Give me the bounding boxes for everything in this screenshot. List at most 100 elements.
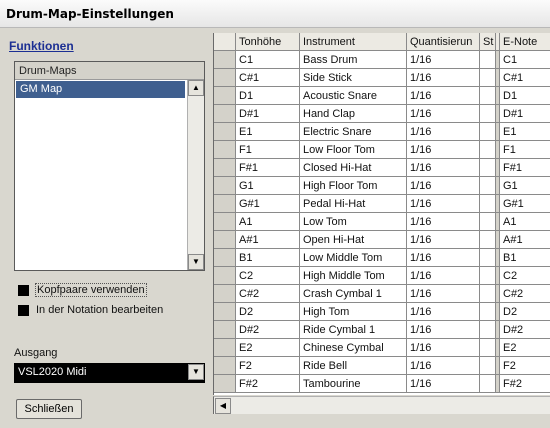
- column-header-quantize[interactable]: Quantisierun: [407, 33, 480, 51]
- cell-pitch[interactable]: C2: [236, 267, 300, 285]
- cell-quantize[interactable]: 1/16: [407, 177, 480, 195]
- cell-pitch[interactable]: E2: [236, 339, 300, 357]
- scroll-down-icon[interactable]: ▼: [188, 254, 204, 270]
- cell-enote[interactable]: C1: [500, 51, 550, 69]
- cell-enote[interactable]: F2: [500, 357, 550, 375]
- cell-quantize[interactable]: 1/16: [407, 69, 480, 87]
- table-row[interactable]: E2 Chinese Cymbal 1/16 E2: [214, 339, 550, 357]
- cell-quantize[interactable]: 1/16: [407, 375, 480, 393]
- cell-enote[interactable]: A1: [500, 213, 550, 231]
- table-row[interactable]: D2 High Tom 1/16 D2: [214, 303, 550, 321]
- cell-st[interactable]: [480, 267, 496, 285]
- cell-st[interactable]: [480, 285, 496, 303]
- cell-pitch[interactable]: D1: [236, 87, 300, 105]
- cell-enote[interactable]: A#1: [500, 231, 550, 249]
- cell-quantize[interactable]: 1/16: [407, 267, 480, 285]
- cell-st[interactable]: [480, 375, 496, 393]
- cell-enote[interactable]: E1: [500, 123, 550, 141]
- table-row[interactable]: C#2 Crash Cymbal 1 1/16 C#2: [214, 285, 550, 303]
- cell-pitch[interactable]: F#2: [236, 375, 300, 393]
- cell-pitch[interactable]: D#2: [236, 321, 300, 339]
- cell-enote[interactable]: C#1: [500, 69, 550, 87]
- cell-pitch[interactable]: E1: [236, 123, 300, 141]
- cell-enote[interactable]: C2: [500, 267, 550, 285]
- dropdown-arrow-icon[interactable]: ▼: [188, 364, 204, 380]
- cell-quantize[interactable]: 1/16: [407, 231, 480, 249]
- table-row[interactable]: F1 Low Floor Tom 1/16 F1: [214, 141, 550, 159]
- cell-st[interactable]: [480, 249, 496, 267]
- cell-enote[interactable]: F1: [500, 141, 550, 159]
- cell-enote[interactable]: G#1: [500, 195, 550, 213]
- scroll-left-icon[interactable]: ◀: [215, 398, 231, 414]
- cell-pitch[interactable]: B1: [236, 249, 300, 267]
- table-row[interactable]: F#2 Tambourine 1/16 F#2: [214, 375, 550, 393]
- cell-quantize[interactable]: 1/16: [407, 213, 480, 231]
- cell-instrument[interactable]: Tambourine: [300, 375, 407, 393]
- cell-quantize[interactable]: 1/16: [407, 321, 480, 339]
- column-header-st[interactable]: St: [480, 33, 496, 51]
- cell-instrument[interactable]: High Floor Tom: [300, 177, 407, 195]
- cell-instrument[interactable]: Pedal Hi-Hat: [300, 195, 407, 213]
- cell-pitch[interactable]: A1: [236, 213, 300, 231]
- cell-instrument[interactable]: Low Floor Tom: [300, 141, 407, 159]
- cell-pitch[interactable]: D#1: [236, 105, 300, 123]
- cell-st[interactable]: [480, 357, 496, 375]
- cell-enote[interactable]: G1: [500, 177, 550, 195]
- cell-quantize[interactable]: 1/16: [407, 285, 480, 303]
- table-row[interactable]: C#1 Side Stick 1/16 C#1: [214, 69, 550, 87]
- cell-st[interactable]: [480, 87, 496, 105]
- cell-quantize[interactable]: 1/16: [407, 339, 480, 357]
- cell-instrument[interactable]: Low Middle Tom: [300, 249, 407, 267]
- cell-enote[interactable]: D2: [500, 303, 550, 321]
- cell-instrument[interactable]: Ride Cymbal 1: [300, 321, 407, 339]
- cell-st[interactable]: [480, 123, 496, 141]
- cell-st[interactable]: [480, 105, 496, 123]
- cell-st[interactable]: [480, 177, 496, 195]
- cell-pitch[interactable]: G#1: [236, 195, 300, 213]
- cell-instrument[interactable]: High Tom: [300, 303, 407, 321]
- cell-pitch[interactable]: D2: [236, 303, 300, 321]
- cell-instrument[interactable]: Closed Hi-Hat: [300, 159, 407, 177]
- cell-st[interactable]: [480, 213, 496, 231]
- cell-st[interactable]: [480, 339, 496, 357]
- cell-pitch[interactable]: C1: [236, 51, 300, 69]
- cell-st[interactable]: [480, 159, 496, 177]
- table-horizontal-scrollbar[interactable]: ◀: [213, 396, 550, 414]
- cell-enote[interactable]: F#1: [500, 159, 550, 177]
- cell-quantize[interactable]: 1/16: [407, 51, 480, 69]
- cell-pitch[interactable]: C#2: [236, 285, 300, 303]
- cell-pitch[interactable]: F1: [236, 141, 300, 159]
- cell-instrument[interactable]: Electric Snare: [300, 123, 407, 141]
- cell-instrument[interactable]: Open Hi-Hat: [300, 231, 407, 249]
- cell-pitch[interactable]: F#1: [236, 159, 300, 177]
- scroll-up-icon[interactable]: ▲: [188, 80, 204, 96]
- cell-enote[interactable]: C#2: [500, 285, 550, 303]
- table-row[interactable]: G1 High Floor Tom 1/16 G1: [214, 177, 550, 195]
- cell-st[interactable]: [480, 303, 496, 321]
- cell-instrument[interactable]: High Middle Tom: [300, 267, 407, 285]
- table-row[interactable]: F2 Ride Bell 1/16 F2: [214, 357, 550, 375]
- cell-enote[interactable]: B1: [500, 249, 550, 267]
- cell-st[interactable]: [480, 51, 496, 69]
- cell-instrument[interactable]: Acoustic Snare: [300, 87, 407, 105]
- cell-quantize[interactable]: 1/16: [407, 303, 480, 321]
- checkbox-indicator[interactable]: [18, 305, 29, 316]
- cell-quantize[interactable]: 1/16: [407, 159, 480, 177]
- cell-quantize[interactable]: 1/16: [407, 357, 480, 375]
- column-header-pitch[interactable]: Tonhöhe: [236, 33, 300, 51]
- table-row[interactable]: D1 Acoustic Snare 1/16 D1: [214, 87, 550, 105]
- cell-instrument[interactable]: Ride Bell: [300, 357, 407, 375]
- cell-quantize[interactable]: 1/16: [407, 195, 480, 213]
- cell-enote[interactable]: E2: [500, 339, 550, 357]
- table-row[interactable]: B1 Low Middle Tom 1/16 B1: [214, 249, 550, 267]
- cell-quantize[interactable]: 1/16: [407, 105, 480, 123]
- table-row[interactable]: D#2 Ride Cymbal 1 1/16 D#2: [214, 321, 550, 339]
- column-header-instrument[interactable]: Instrument: [300, 33, 407, 51]
- table-row[interactable]: A#1 Open Hi-Hat 1/16 A#1: [214, 231, 550, 249]
- cell-st[interactable]: [480, 231, 496, 249]
- output-select[interactable]: VSL2020 Midi ▼: [14, 363, 205, 383]
- cell-enote[interactable]: D#2: [500, 321, 550, 339]
- cell-pitch[interactable]: G1: [236, 177, 300, 195]
- cell-enote[interactable]: D#1: [500, 105, 550, 123]
- cell-enote[interactable]: D1: [500, 87, 550, 105]
